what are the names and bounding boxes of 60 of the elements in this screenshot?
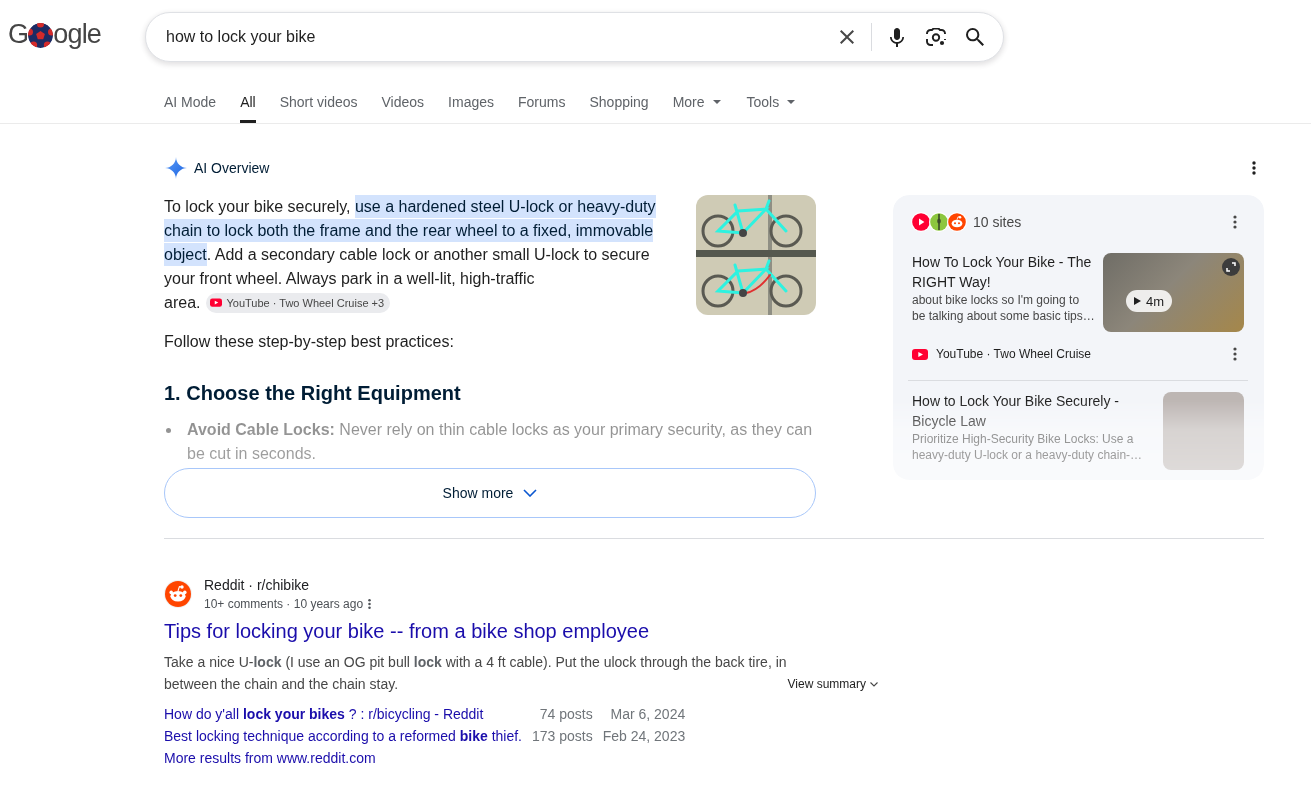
search-input[interactable]: how to lock your bike [166, 25, 840, 49]
site-count-label[interactable]: 10 sites [973, 212, 1022, 232]
post-count: 74 posts [539, 705, 593, 724]
video-play-icon[interactable] [911, 212, 931, 232]
tab[interactable]: Shopping [589, 80, 649, 123]
alien-face-icon[interactable] [164, 580, 192, 608]
sparkle-icon [165, 157, 187, 179]
post-count: 173 posts [532, 727, 593, 746]
camera-icon[interactable] [926, 28, 946, 46]
soccer-ball-icon[interactable] [28, 23, 54, 48]
tab[interactable]: Forums [518, 80, 566, 123]
intro-text: Follow these step-by-step best practices: [164, 332, 454, 352]
section-title: AI Overview [194, 159, 270, 178]
tab[interactable]: Videos [381, 80, 425, 123]
circle-logo-icon[interactable] [929, 212, 949, 232]
post-date: Feb 24, 2023 [602, 727, 686, 746]
source-snippet: Prioritize High-Security Bike Locks: Use a heavy-duty U-lock or a heavy-duty chain-… [912, 431, 1144, 463]
video-frame-placeholder[interactable]: 4m [1103, 253, 1244, 332]
logo-text[interactable]: ogle [53, 19, 102, 49]
section-heading: 1. Choose the Right Equipment [164, 381, 461, 406]
citation-chip[interactable]: YouTube · Two Wheel Cruise +3 [206, 292, 391, 313]
tab[interactable]: AI Mode [164, 80, 217, 123]
sublink[interactable]: How do y'all lock your bikes ? : r/bicycling - Reddit [164, 703, 522, 725]
show-more-button[interactable]: Show more [164, 468, 816, 518]
video-play-icon [210, 298, 223, 307]
source-label[interactable]: YouTube · Two Wheel Cruise [936, 344, 1091, 364]
source-title[interactable]: How To Lock Your Bike - The RIGHT Way! [912, 252, 1095, 292]
view-summary-button[interactable]: View summary [787, 673, 884, 695]
logo-text[interactable]: G [8, 19, 29, 49]
more-results-link[interactable]: More results from www.reddit.com [164, 747, 376, 769]
bicycles-drawing[interactable] [696, 195, 816, 315]
more-options-icon[interactable] [368, 598, 372, 610]
source-title[interactable]: How to Lock Your Bike Securely - Bicycle Law [912, 391, 1151, 431]
expand-icon[interactable] [1222, 258, 1240, 276]
bullet-icon [166, 428, 171, 433]
source-snippet: about bike locks so I'm going to be talking about some basic tips… [912, 292, 1095, 324]
more-options-icon[interactable] [1233, 215, 1237, 229]
chevron-down-icon [870, 681, 878, 687]
result-snippet: Take a nice U-lock (I use an OG pit bull lock with a 4 ft cable). Put the ulock through the back tire, in between the chain and the chain stay. [164, 654, 787, 692]
bullet-text: Avoid Cable Locks: Never rely on thin cable locks as your primary security, as they can be cut in seconds. [187, 420, 814, 464]
sublink[interactable]: Best locking technique according to a reformed bike thief. [164, 725, 522, 747]
play-icon [1134, 297, 1141, 305]
video-play-icon [912, 348, 928, 360]
microphone-icon[interactable] [890, 27, 904, 47]
post-date: Mar 6, 2024 [610, 705, 686, 724]
search-icon[interactable] [966, 28, 984, 46]
site-name[interactable]: Reddit · r/chibike [204, 575, 310, 595]
tab[interactable]: More [672, 80, 723, 123]
play-button[interactable]: 4m [1126, 290, 1173, 312]
clear-icon[interactable] [840, 30, 854, 44]
result-meta: 10+ comments · 10 years ago [204, 596, 364, 613]
result-title-link[interactable]: Tips for locking your bike -- from a bike shop employee [164, 618, 650, 644]
tab[interactable]: Tools [746, 80, 798, 123]
search-bar[interactable]: how to lock your bike [145, 12, 1004, 62]
alien-face-icon[interactable] [947, 212, 967, 232]
more-options-icon[interactable] [1252, 161, 1256, 175]
tab[interactable]: Images [448, 80, 494, 123]
tab[interactable]: Short videos [279, 80, 358, 123]
chevron-down-icon [523, 489, 538, 497]
more-options-icon[interactable] [1233, 347, 1237, 361]
